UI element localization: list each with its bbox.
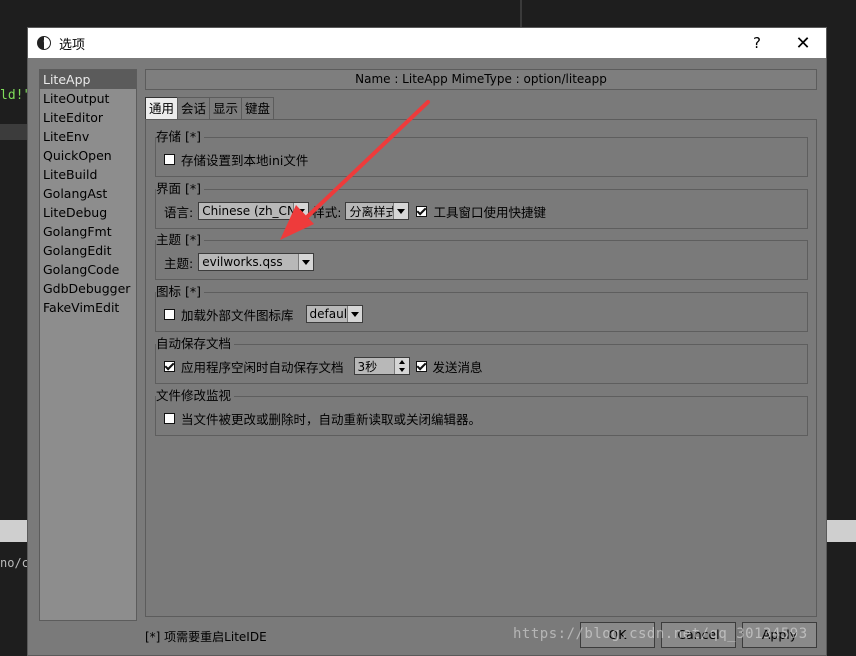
theme-group: 主题 [*] 主题: evilworks.qss (155, 233, 808, 280)
category-item-litedebug[interactable]: LiteDebug (40, 203, 136, 222)
category-item-gdbdebugger[interactable]: GdbDebugger (40, 279, 136, 298)
options-dialog: 选项 ? ✕ LiteApp LiteOutput LiteEditor Lit… (27, 27, 827, 656)
category-list[interactable]: LiteApp LiteOutput LiteEditor LiteEnv Qu… (39, 69, 137, 621)
external-icons-label: 加载外部文件图标库 (181, 307, 294, 323)
chevron-down-icon (346, 306, 362, 322)
close-button[interactable]: ✕ (780, 28, 826, 58)
icons-row: 加载外部文件图标库 defaul (164, 304, 363, 324)
autosave-interval-value: 3秒 (357, 359, 378, 374)
spin-down-icon[interactable] (395, 366, 409, 374)
language-value: Chinese (zh_CN) (202, 204, 294, 218)
category-item-fakevimedit[interactable]: FakeVimEdit (40, 298, 136, 317)
restart-note: [*] 项需要重启LiteIDE (145, 630, 267, 644)
category-item-liteenv[interactable]: LiteEnv (40, 127, 136, 146)
autosave-interval-spinbox[interactable]: 3秒 (353, 357, 410, 375)
spin-up-icon[interactable] (395, 358, 409, 366)
dialog-title: 选项 (59, 37, 86, 53)
chevron-down-icon (293, 203, 309, 219)
toolwindow-shortcut-label: 工具窗口使用快捷键 (433, 204, 546, 220)
theme-label: 主题: (164, 255, 194, 271)
option-header: Name : LiteApp MimeType : option/liteapp (145, 69, 817, 90)
category-item-litebuild[interactable]: LiteBuild (40, 165, 136, 184)
ui-group: 界面 [*] 语言: Chinese (zh_CN) 样式: 分离样式 工具窗口… (155, 182, 808, 229)
style-label: 样式: (312, 204, 342, 220)
file-monitor-checkbox[interactable] (164, 412, 175, 424)
category-item-golangedit[interactable]: GolangEdit (40, 241, 136, 260)
icons-group: 图标 [*] 加载外部文件图标库 defaul (155, 285, 808, 332)
storage-ini-checkbox[interactable] (164, 153, 175, 165)
chevron-down-icon (298, 254, 314, 270)
send-message-checkbox[interactable] (415, 360, 427, 372)
icons-group-title: 图标 [*] (156, 285, 204, 299)
storage-ini-label: 存储设置到本地ini文件 (181, 152, 309, 168)
category-item-golangcode[interactable]: GolangCode (40, 260, 136, 279)
autosave-group: 自动保存文档 应用程序空闲时自动保存文档 3秒 发送消息 (155, 337, 808, 384)
style-combo[interactable]: 分离样式 (345, 202, 410, 220)
storage-group-title: 存储 [*] (156, 130, 204, 144)
category-item-liteeditor[interactable]: LiteEditor (40, 108, 136, 127)
theme-combo[interactable]: evilworks.qss (198, 253, 315, 271)
tab-general[interactable]: 通用 (145, 97, 179, 119)
autosave-group-title: 自动保存文档 (156, 337, 235, 351)
tab-session[interactable]: 会话 (177, 97, 211, 119)
spin-buttons[interactable] (393, 358, 409, 374)
icon-lib-combo[interactable]: defaul (305, 305, 363, 323)
ui-row: 语言: Chinese (zh_CN) 样式: 分离样式 工具窗口使用快捷键 (164, 201, 546, 221)
file-monitor-row: 当文件被更改或删除时，自动重新读取或关闭编辑器。 (164, 408, 481, 428)
theme-row: 主题: evilworks.qss (164, 252, 315, 272)
app-icon (37, 36, 51, 50)
category-item-liteapp[interactable]: LiteApp (40, 70, 136, 89)
language-combo[interactable]: Chinese (zh_CN) (198, 202, 310, 220)
title-bar[interactable]: 选项 ? ✕ (28, 28, 826, 58)
external-icons-checkbox[interactable] (164, 308, 175, 320)
language-label: 语言: (164, 204, 194, 220)
autosave-row: 应用程序空闲时自动保存文档 3秒 发送消息 (164, 356, 483, 376)
editor-divider (520, 0, 522, 28)
autosave-label: 应用程序空闲时自动保存文档 (181, 359, 344, 375)
general-tab-panel: 存储 [*] 存储设置到本地ini文件 界面 [*] 语言: Chinese (… (145, 119, 817, 617)
file-monitor-group-title: 文件修改监视 (156, 389, 235, 403)
editor-output-fragment: no/c (0, 556, 29, 570)
file-monitor-label: 当文件被更改或删除时，自动重新读取或关闭编辑器。 (181, 411, 482, 427)
watermark: https://blog.csdn.net/qq_30134593 (513, 626, 808, 642)
send-message-label: 发送消息 (432, 359, 483, 375)
editor-band (0, 124, 30, 140)
toolwindow-shortcut-checkbox[interactable] (416, 205, 428, 217)
theme-group-title: 主题 [*] (156, 233, 204, 247)
category-item-liteoutput[interactable]: LiteOutput (40, 89, 136, 108)
theme-value: evilworks.qss (202, 255, 283, 269)
icon-lib-value: defaul (309, 307, 347, 321)
category-item-golangast[interactable]: GolangAst (40, 184, 136, 203)
category-item-quickopen[interactable]: QuickOpen (40, 146, 136, 165)
storage-group: 存储 [*] 存储设置到本地ini文件 (155, 130, 808, 177)
help-button[interactable]: ? (734, 28, 780, 58)
file-monitor-group: 文件修改监视 当文件被更改或删除时，自动重新读取或关闭编辑器。 (155, 389, 808, 436)
chevron-down-icon (393, 203, 409, 219)
category-item-golangfmt[interactable]: GolangFmt (40, 222, 136, 241)
tab-display[interactable]: 显示 (209, 97, 243, 119)
tab-keyboard[interactable]: 键盘 (241, 97, 275, 119)
style-value: 分离样式 (349, 204, 394, 219)
ui-group-title: 界面 [*] (156, 182, 204, 196)
autosave-checkbox[interactable] (164, 360, 175, 372)
storage-row: 存储设置到本地ini文件 (164, 149, 308, 169)
tab-bar: 通用 会话 显示 键盘 (145, 97, 275, 119)
